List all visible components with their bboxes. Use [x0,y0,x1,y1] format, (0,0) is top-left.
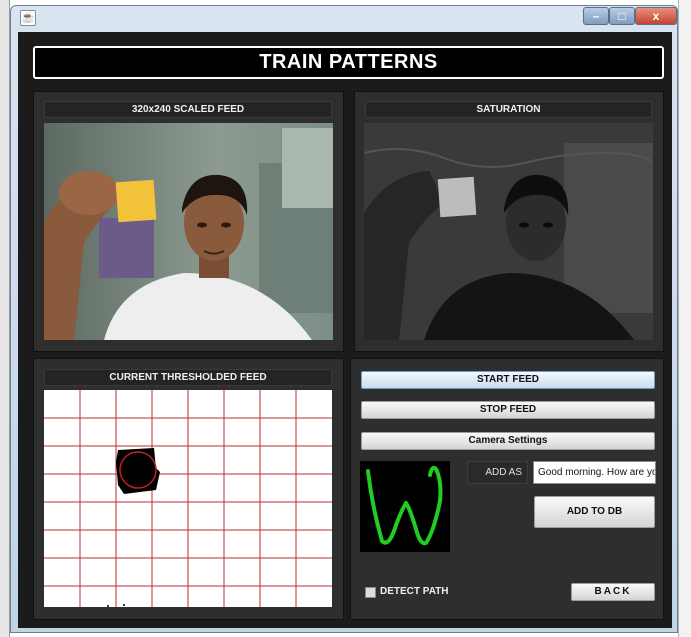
stop-feed-button[interactable]: STOP FEED [361,401,655,419]
java-icon: ☕ [20,10,36,26]
camera-settings-button[interactable]: Camera Settings [361,432,655,450]
close-button[interactable]: x [635,7,677,25]
sticky-note [115,179,157,223]
back-button[interactable]: BACK [571,583,655,601]
scaled-feed-label: 320x240 SCALED FEED [44,101,332,118]
thresholded-feed-label: CURRENT THRESHOLDED FEED [44,369,332,386]
add-as-label: ADD AS [467,461,528,484]
title-bar[interactable] [10,5,678,31]
desktop-left-strip [0,0,10,637]
scaled-feed-image [44,123,333,340]
thresholded-feed-image [44,390,332,607]
maximize-button[interactable]: □ [609,7,635,25]
pattern-preview [360,461,450,552]
saturation-image [364,123,653,340]
tracked-blob [116,448,160,494]
start-feed-button[interactable]: START FEED [361,371,655,389]
desktop-right-strip [678,0,691,637]
add-to-db-button[interactable]: ADD TO DB [534,496,655,528]
saturation-label: SATURATION [365,101,652,118]
detect-path-checkbox[interactable] [365,587,376,598]
detect-path-label: DETECT PATH [380,586,449,597]
add-as-input[interactable]: Good morning. How are yo [533,461,656,484]
minimize-button[interactable]: – [583,7,609,25]
page-title: TRAIN PATTERNS [33,46,664,79]
